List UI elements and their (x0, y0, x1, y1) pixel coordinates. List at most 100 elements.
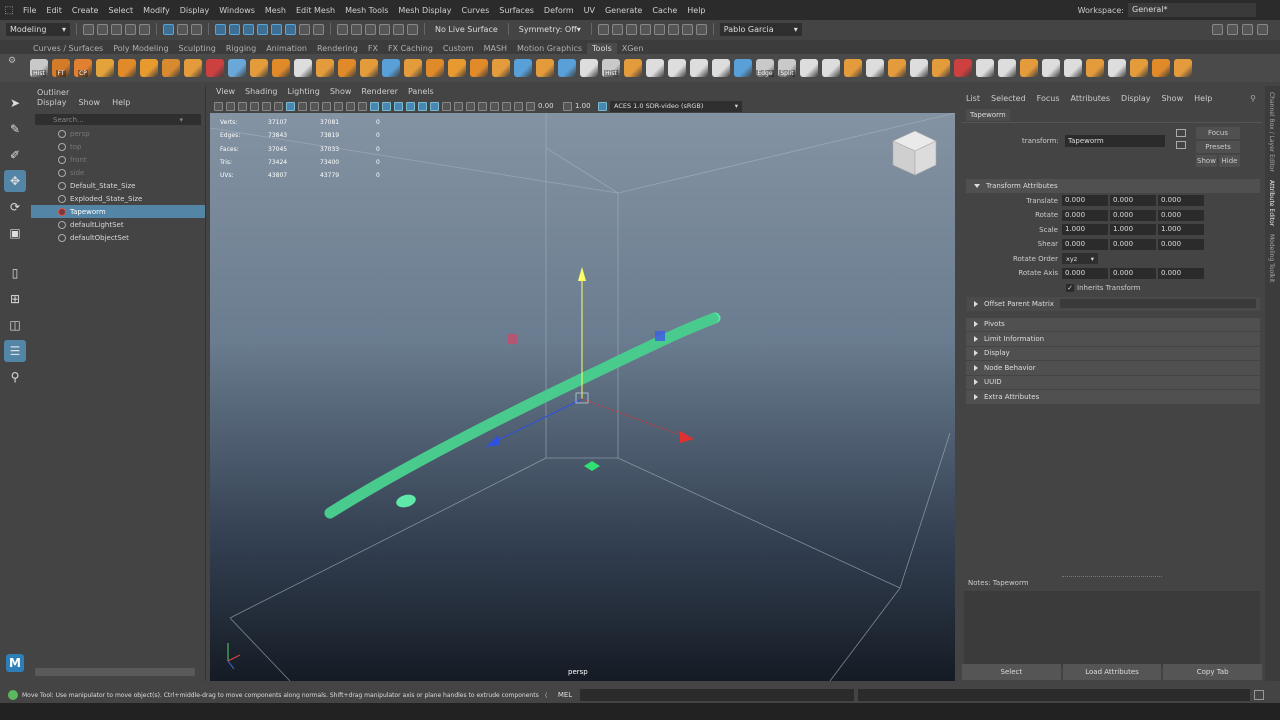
viewport-menu-panels[interactable]: Panels (408, 87, 434, 99)
ipr-icon[interactable] (653, 23, 665, 35)
menu-edit[interactable]: Edit (41, 6, 67, 15)
outliner-item[interactable]: Default_State_Size (31, 179, 205, 192)
gate-mask-icon[interactable] (322, 101, 331, 111)
shelf-tab-poly-modeling[interactable]: Poly Modeling (108, 43, 173, 54)
wireframe-icon[interactable] (370, 101, 379, 111)
menu-windows[interactable]: Windows (214, 6, 260, 15)
shelf-tool-icon[interactable] (492, 59, 510, 77)
shelf-tool-icon[interactable] (888, 59, 906, 77)
user-account[interactable]: Pablo Garcia ▾ (719, 22, 802, 36)
shelf-tool-icon[interactable] (866, 59, 884, 77)
shelf-tool-icon[interactable] (448, 59, 466, 77)
ambient-occlusion-icon[interactable] (442, 101, 451, 111)
snap-grid-icon[interactable] (337, 23, 348, 35)
field-chart-icon[interactable] (334, 101, 343, 111)
menu-surfaces[interactable]: Surfaces (494, 6, 539, 15)
viewport-menu-view[interactable]: View (216, 87, 235, 99)
menu-edit-mesh[interactable]: Edit Mesh (291, 6, 340, 15)
textured-icon[interactable] (406, 101, 415, 111)
shelf-tool-icon[interactable] (426, 59, 444, 77)
lasso-tool-icon[interactable]: ✎ (4, 118, 26, 140)
shelf-tool-icon[interactable] (932, 59, 950, 77)
attr-menu-focus[interactable]: Focus (1037, 94, 1060, 103)
xray-joints-icon[interactable] (514, 101, 523, 111)
outliner-item[interactable]: defaultLightSet (31, 218, 205, 231)
paint-select-tool-icon[interactable]: ✐ (4, 144, 26, 166)
menu-display[interactable]: Display (175, 6, 215, 15)
shelf-tool-icon[interactable] (844, 59, 862, 77)
outliner-item[interactable]: Exploded_State_Size (31, 192, 205, 205)
shelf-tool-icon[interactable] (316, 59, 334, 77)
resolution-gate-icon[interactable] (310, 101, 319, 111)
show-button[interactable]: Show (1196, 155, 1217, 167)
tapeworm-mesh[interactable] (324, 312, 721, 519)
film-gate-icon[interactable] (298, 101, 307, 111)
maya-menu-icon[interactable]: ⬚ (0, 0, 18, 20)
rotate-axis-y-field[interactable]: 0.000 (1110, 267, 1156, 279)
outliner-search-input[interactable]: Search... ▾ (35, 114, 201, 125)
snap-orient-icon[interactable] (407, 23, 418, 35)
shelf-tool-icon[interactable] (272, 59, 290, 77)
shelf-tool-icon[interactable] (1130, 59, 1148, 77)
shelf-tool-icon[interactable] (580, 59, 598, 77)
outliner-item[interactable]: top (31, 140, 205, 153)
shelf-tool-icon[interactable] (1020, 59, 1038, 77)
snap-point-icon[interactable] (365, 23, 376, 35)
menu-select[interactable]: Select (103, 6, 138, 15)
shelf-tool-icon[interactable] (536, 59, 554, 77)
bookmarks-icon[interactable] (238, 101, 247, 111)
rotate-y-field[interactable]: 0.000 (1110, 209, 1156, 221)
workspace-value[interactable]: General* (1128, 3, 1256, 17)
highlight-icon[interactable] (313, 23, 324, 35)
menu-help[interactable]: Help (682, 6, 710, 15)
motion-blur-icon[interactable] (454, 101, 463, 111)
shelf-tool-icon[interactable] (624, 59, 642, 77)
gamma-value[interactable]: 1.00 (575, 102, 595, 110)
select-curves-icon[interactable] (257, 23, 268, 35)
shelf-tool-icon[interactable]: Split (778, 59, 796, 77)
rotate-axis-z-field[interactable]: 0.000 (1158, 267, 1204, 279)
camera-attributes-icon[interactable] (226, 101, 235, 111)
shelf-tab-tools[interactable]: Tools (587, 43, 617, 54)
shear-y-field[interactable]: 0.000 (1110, 238, 1156, 250)
camera-select-icon[interactable] (214, 101, 223, 111)
gamma-icon[interactable] (563, 101, 572, 111)
rotate-z-field[interactable]: 0.000 (1158, 209, 1204, 221)
select-deformers-icon[interactable] (285, 23, 296, 35)
shelf-tool-icon[interactable] (206, 59, 224, 77)
viewport-menu-renderer[interactable]: Renderer (361, 87, 398, 99)
go-to-input-icon[interactable] (1176, 141, 1186, 149)
viewport-menu-lighting[interactable]: Lighting (287, 87, 319, 99)
shelf-tool-icon[interactable]: CP (74, 59, 92, 77)
select-tool-icon[interactable]: ➤ (4, 92, 26, 114)
node-tab[interactable]: Tapeworm (966, 109, 1010, 121)
shelf-tool-icon[interactable] (954, 59, 972, 77)
view-cube[interactable] (892, 130, 937, 176)
outliner-horizontal-scrollbar[interactable] (35, 668, 195, 676)
select-by-type-icon[interactable] (215, 23, 226, 35)
modeling-toolkit-icon[interactable] (1212, 23, 1223, 35)
rotate-x-field[interactable]: 0.000 (1062, 209, 1108, 221)
section-pivots[interactable]: Pivots (966, 317, 1260, 332)
scale-tool-icon[interactable]: ▣ (4, 222, 26, 244)
attribute-editor-toggle-icon[interactable] (1227, 23, 1238, 35)
pin-icon[interactable]: ⚲ (1250, 94, 1256, 103)
outliner-menu-display[interactable]: Display (37, 98, 67, 110)
section-uuid[interactable]: UUID (966, 375, 1260, 390)
render-view-icon[interactable] (681, 23, 693, 35)
shelf-tool-icon[interactable] (1064, 59, 1082, 77)
select-hierarchy-icon[interactable] (163, 23, 174, 35)
search-dropdown-icon[interactable]: ▾ (179, 116, 183, 124)
pause-icon[interactable] (695, 23, 707, 35)
new-scene-icon[interactable] (83, 23, 94, 35)
shelf-tool-icon[interactable]: Hist (30, 59, 48, 77)
shelf-tool-icon[interactable] (96, 59, 114, 77)
undo-icon[interactable] (125, 23, 136, 35)
offset-matrix-field[interactable] (1059, 299, 1256, 309)
exposure-value[interactable]: 0.00 (538, 102, 560, 110)
outliner-item[interactable]: defaultObjectSet (31, 231, 205, 244)
persp-outliner-layout-icon[interactable]: ◫ (4, 314, 26, 336)
shelf-tool-icon[interactable] (668, 59, 686, 77)
attr-menu-help[interactable]: Help (1194, 94, 1212, 103)
menu-cache[interactable]: Cache (647, 6, 682, 15)
